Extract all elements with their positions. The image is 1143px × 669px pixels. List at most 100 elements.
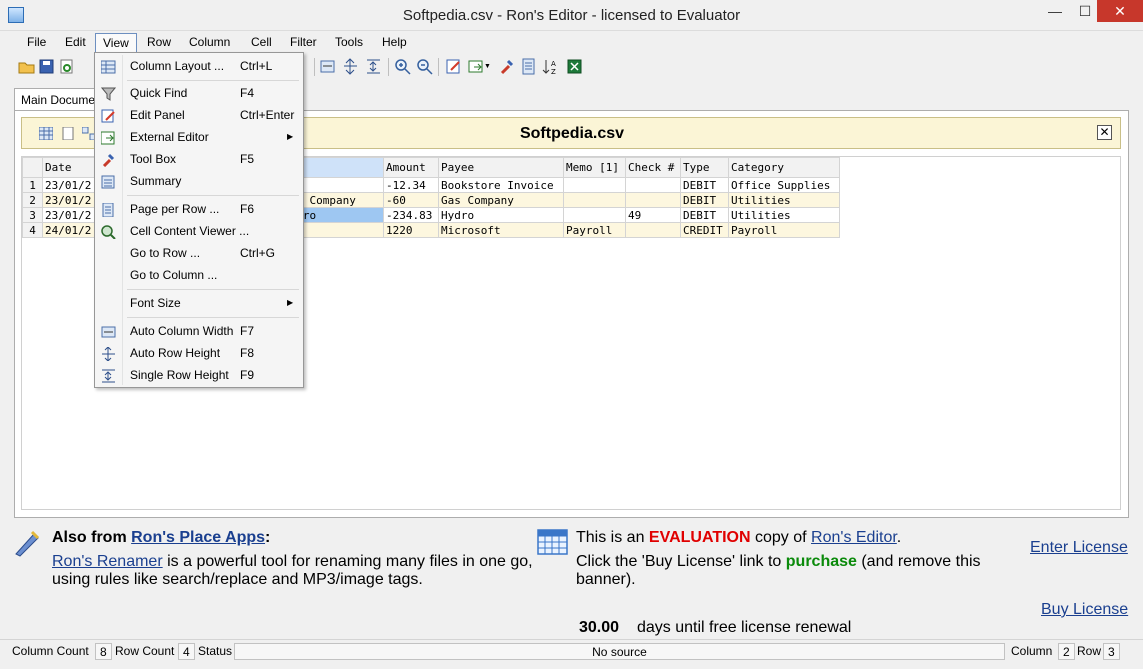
- buy-license-link[interactable]: Buy License: [1041, 600, 1128, 619]
- column-header[interactable]: Check #: [625, 157, 681, 178]
- edit-panel-icon[interactable]: [445, 58, 462, 75]
- auto-row-height-icon[interactable]: [342, 58, 359, 75]
- row-number[interactable]: 4: [22, 222, 43, 238]
- svg-text:Z: Z: [551, 68, 556, 75]
- menu-view[interactable]: View: [95, 33, 137, 54]
- zoom-out-icon[interactable]: [416, 58, 433, 75]
- table-cell[interactable]: Payroll: [563, 222, 626, 238]
- close-button[interactable]: ✕: [1097, 0, 1143, 22]
- menu-item-external-editor[interactable]: External Editor ▶: [97, 126, 301, 148]
- menu-item-font-size[interactable]: Font Size ▶: [97, 292, 301, 314]
- toolbox-icon[interactable]: [498, 58, 515, 75]
- column-header[interactable]: Memo [1]: [563, 157, 626, 178]
- table-cell[interactable]: Payroll: [728, 222, 840, 238]
- table-cell[interactable]: Bookstore Invoice: [438, 177, 564, 193]
- table-cell[interactable]: Utilities: [728, 207, 840, 223]
- reload-icon[interactable]: [58, 58, 75, 75]
- toolbar-separator: [438, 58, 439, 76]
- table-cell[interactable]: -234.83: [383, 207, 439, 223]
- open-file-icon[interactable]: [18, 58, 35, 75]
- maximize-button[interactable]: ☐: [1070, 0, 1100, 22]
- menu-item-page-per-row[interactable]: Page per Row ... F6: [97, 198, 301, 220]
- submenu-arrow-icon: ▶: [287, 132, 294, 141]
- editor-app-icon: [537, 529, 568, 555]
- menu-column[interactable]: Column: [182, 33, 237, 53]
- auto-column-width-icon[interactable]: [319, 58, 336, 75]
- auto-column-width-icon: [101, 324, 116, 338]
- menu-row[interactable]: Row: [140, 33, 178, 53]
- table-cell[interactable]: CREDIT: [680, 222, 729, 238]
- minimize-button[interactable]: —: [1040, 0, 1070, 22]
- menu-item-quick-find[interactable]: Quick Find F4: [97, 82, 301, 104]
- zoom-in-icon[interactable]: [394, 58, 411, 75]
- column-header[interactable]: Category: [728, 157, 840, 178]
- menu-separator: [127, 80, 299, 81]
- row-number[interactable]: 3: [22, 207, 43, 223]
- toolbox-icon: [101, 152, 116, 168]
- menu-item-auto-row-height[interactable]: Auto Row Height F8: [97, 342, 301, 364]
- table-cell[interactable]: [625, 177, 681, 193]
- menu-item-tool-box[interactable]: Tool Box F5: [97, 148, 301, 170]
- menu-tools[interactable]: Tools: [328, 33, 370, 53]
- single-row-height-icon: [101, 368, 116, 383]
- menu-item-column-layout[interactable]: Column Layout ... Ctrl+L: [97, 55, 301, 77]
- export-excel-icon[interactable]: [566, 58, 583, 75]
- column-header[interactable]: Payee: [438, 157, 564, 178]
- table-cell[interactable]: [563, 192, 626, 208]
- table-cell[interactable]: DEBIT: [680, 177, 729, 193]
- toolbar-separator: [388, 58, 389, 76]
- column-header[interactable]: Type: [680, 157, 729, 178]
- sort-icon[interactable]: AZ: [542, 58, 559, 76]
- ron-renamer-link[interactable]: Ron's Renamer: [52, 553, 163, 570]
- menu-edit[interactable]: Edit: [58, 33, 93, 53]
- table-cell[interactable]: Office Supplies: [728, 177, 840, 193]
- row-label: Row: [1077, 644, 1102, 658]
- days-remaining-value: 30.00: [579, 619, 620, 636]
- page-per-row-icon[interactable]: [520, 58, 537, 75]
- menu-cell[interactable]: Cell: [244, 33, 279, 53]
- status-source: No source: [234, 643, 1005, 660]
- table-cell[interactable]: [563, 207, 626, 223]
- corner-cell[interactable]: [22, 157, 43, 178]
- evaluation-line: This is an EVALUATION copy of Ron's Edit…: [576, 529, 902, 546]
- table-cell[interactable]: DEBIT: [680, 207, 729, 223]
- external-editor-icon[interactable]: [468, 58, 485, 75]
- menu-help[interactable]: Help: [375, 33, 414, 53]
- column-header[interactable]: Amount: [383, 157, 439, 178]
- menu-item-auto-column-width[interactable]: Auto Column Width F7: [97, 320, 301, 342]
- status-label: Status: [198, 644, 233, 658]
- menu-item-edit-panel[interactable]: Edit Panel Ctrl+Enter: [97, 104, 301, 126]
- table-cell[interactable]: Microsoft: [438, 222, 564, 238]
- table-cell[interactable]: Utilities: [728, 192, 840, 208]
- table-cell[interactable]: Hydro: [438, 207, 564, 223]
- chevron-down-icon[interactable]: ▼: [484, 58, 492, 75]
- save-icon[interactable]: [38, 58, 55, 75]
- menu-item-go-to-row[interactable]: Go to Row ... Ctrl+G: [97, 242, 301, 264]
- table-cell[interactable]: 49: [625, 207, 681, 223]
- table-cell[interactable]: Gas Company: [438, 192, 564, 208]
- table-cell[interactable]: -60: [383, 192, 439, 208]
- menu-separator: [127, 317, 299, 318]
- table-cell[interactable]: [625, 192, 681, 208]
- table-cell[interactable]: DEBIT: [680, 192, 729, 208]
- row-number[interactable]: 1: [22, 177, 43, 193]
- enter-license-link[interactable]: Enter License: [1030, 538, 1128, 557]
- menu-item-cell-content-viewer[interactable]: Cell Content Viewer ...: [97, 220, 301, 242]
- renamer-app-icon: [12, 528, 42, 558]
- close-file-icon[interactable]: ✕: [1097, 125, 1112, 140]
- menu-item-single-row-height[interactable]: Single Row Height F9: [97, 364, 301, 386]
- table-cell[interactable]: [625, 222, 681, 238]
- table-cell[interactable]: [563, 177, 626, 193]
- menu-item-go-to-column[interactable]: Go to Column ...: [97, 264, 301, 286]
- table-cell[interactable]: -12.34: [383, 177, 439, 193]
- menu-filter[interactable]: Filter: [283, 33, 324, 53]
- auto-row-height-icon: [101, 346, 116, 362]
- row-count-value: 4: [178, 643, 195, 660]
- rons-editor-link[interactable]: Ron's Editor: [811, 529, 897, 546]
- single-row-height-icon[interactable]: [365, 58, 382, 75]
- menu-item-summary[interactable]: Summary: [97, 170, 301, 192]
- table-cell[interactable]: 1220: [383, 222, 439, 238]
- ron-place-apps-link[interactable]: Ron's Place Apps: [131, 529, 265, 546]
- menu-file[interactable]: File: [20, 33, 53, 53]
- row-number[interactable]: 2: [22, 192, 43, 208]
